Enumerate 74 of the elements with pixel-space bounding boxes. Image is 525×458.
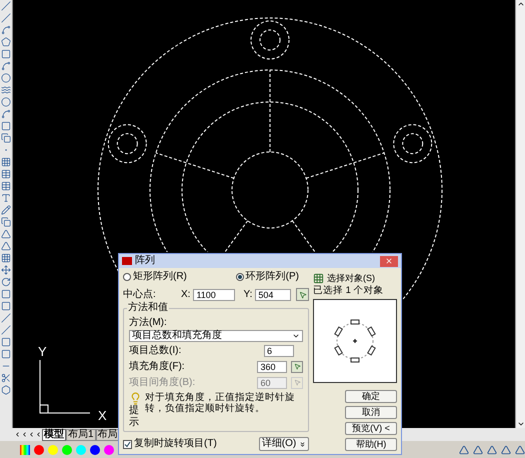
expand-icon [299, 440, 306, 448]
axis-label: Y [38, 343, 47, 361]
arc-drawing [108, 252, 118, 272]
axis-label: X [98, 407, 107, 425]
input-field[interactable]: 6 [264, 344, 294, 356]
move-icon[interactable] [1, 265, 11, 275]
tip-text: 对于填充角度，正值指定逆时针旋转，负值指定顺时针旋转。 [145, 392, 296, 416]
checkbox[interactable] [123, 440, 132, 448]
color-swatch[interactable] [90, 444, 100, 454]
cursor-icon [298, 290, 306, 298]
input-field[interactable]: 360 [257, 360, 288, 372]
color-swatch[interactable] [76, 444, 86, 454]
radio-button[interactable] [123, 273, 131, 281]
text-icon[interactable] [1, 193, 11, 203]
window-title: 阵列 [135, 255, 155, 267]
input-field[interactable]: 504 [255, 288, 292, 300]
pick-angle-button[interactable] [291, 360, 303, 372]
field-label: Y: [243, 288, 252, 300]
layout-tab[interactable]: 模型 [42, 428, 66, 440]
dialog-button[interactable]: 确定 [345, 390, 397, 403]
color-picker-icon[interactable] [20, 444, 30, 454]
dialog-button[interactable]: 取消 [345, 406, 397, 419]
field-label: 中心点: [123, 288, 157, 300]
scroll-up-icon[interactable] [516, 0, 524, 8]
tip-label: 提示 [129, 405, 140, 429]
field-label: 填充角度(F): [129, 360, 186, 372]
color-swatch[interactable] [34, 444, 44, 454]
cursor-icon [294, 379, 301, 386]
rotate-icon[interactable] [1, 277, 11, 287]
pentagon-icon[interactable] [1, 37, 11, 47]
layout-tab[interactable]: 布局 [96, 428, 120, 440]
line-icon[interactable] [1, 13, 11, 23]
color-swatch[interactable] [48, 444, 58, 454]
input-field[interactable]: 1100 [193, 288, 236, 300]
check-icon [124, 440, 131, 448]
app-icon [122, 257, 132, 265]
circle-icon[interactable] [1, 73, 11, 83]
radio-option[interactable]: 环形阵列(P) [236, 271, 299, 283]
radio-option[interactable]: 矩形阵列(R) [123, 271, 187, 283]
line-icon[interactable] [1, 1, 11, 11]
group-title: 方法和值 [127, 302, 169, 314]
curve-icon[interactable] [1, 25, 11, 35]
curve-icon[interactable] [1, 109, 11, 119]
table-icon[interactable] [1, 181, 11, 191]
radio-button[interactable] [236, 273, 244, 281]
arc-icon[interactable] [1, 61, 11, 71]
copy-icon[interactable] [1, 217, 11, 227]
details-button[interactable]: 详细(O) [259, 437, 309, 451]
copy-icon[interactable] [1, 133, 11, 143]
method-dropdown[interactable]: 项目总数和填充角度 [129, 330, 303, 342]
checkbox-label: 复制时旋转项目(T) [134, 438, 217, 450]
dialog-button[interactable]: 帮助(H) [345, 438, 397, 451]
field-label: 项目总数(I): [129, 344, 182, 356]
select-icon [313, 272, 324, 284]
color-swatch[interactable] [62, 444, 72, 454]
selection-count: 已选择 1 个对象 [313, 285, 385, 297]
pick-point-button[interactable] [296, 288, 309, 301]
rectangle-icon[interactable] [1, 49, 11, 59]
wave-icon[interactable] [1, 85, 11, 95]
cursor-icon [294, 363, 301, 370]
field-label: 方法(M): [129, 317, 168, 329]
close-icon [385, 257, 393, 265]
vertical-scrollbar[interactable] [515, 0, 525, 428]
close-button[interactable] [380, 256, 398, 266]
field-label: X: [181, 288, 190, 300]
scroll-down-icon[interactable] [516, 420, 524, 428]
field-label: 项目间角度(B): [129, 376, 196, 388]
lightbulb-icon [129, 392, 142, 405]
select-objects-button[interactable]: 选择对象(S) [313, 271, 397, 285]
color-swatch[interactable] [104, 444, 114, 454]
dialog-button[interactable]: 预览(V) < [345, 422, 397, 435]
arc-drawing [403, 252, 432, 301]
layout-tab[interactable]: 布局1 [66, 428, 96, 440]
table-icon[interactable] [1, 169, 11, 179]
